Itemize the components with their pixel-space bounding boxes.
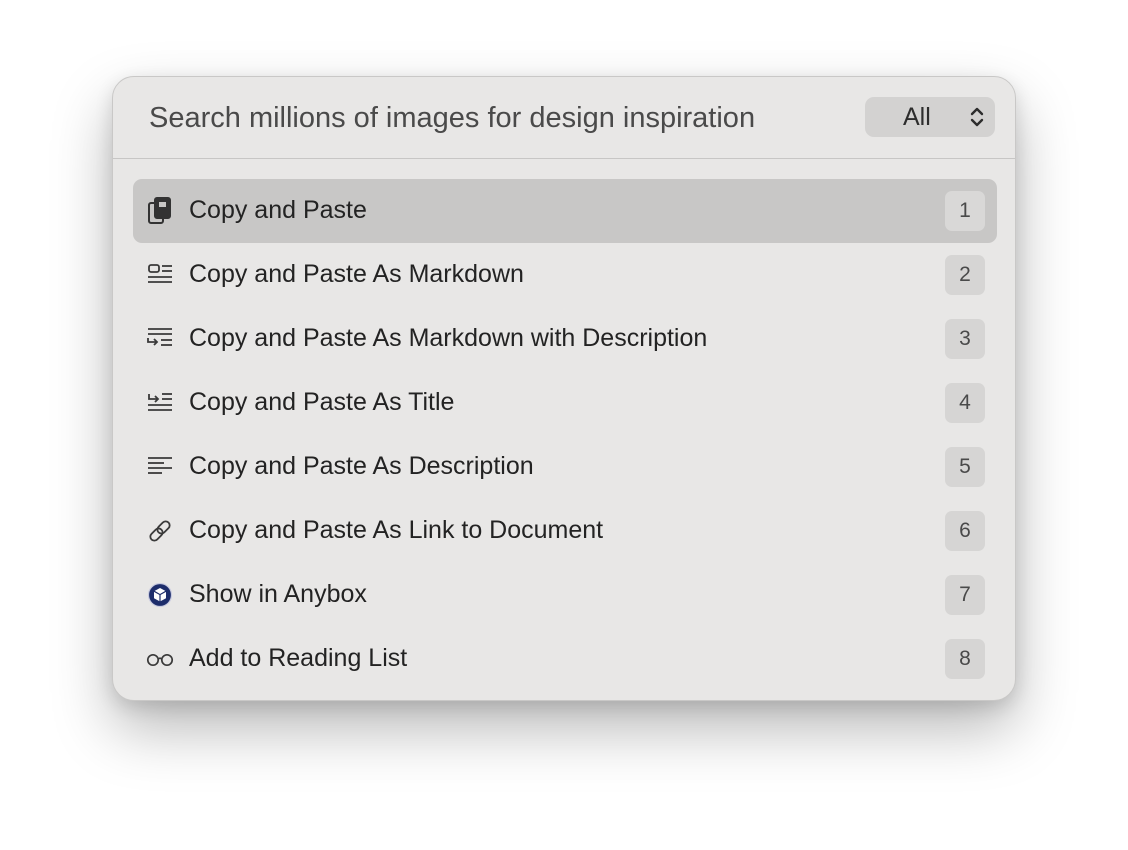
action-label: Copy and Paste As Description bbox=[189, 452, 534, 480]
action-item-copy-and-paste[interactable]: Copy and Paste 1 bbox=[133, 179, 997, 243]
action-label: Show in Anybox bbox=[189, 580, 367, 608]
action-item-copy-and-paste-as-description[interactable]: Copy and Paste As Description 5 bbox=[133, 435, 997, 499]
action-label: Copy and Paste As Title bbox=[189, 388, 455, 416]
action-list: Copy and Paste 1 Copy and Paste As Markd… bbox=[133, 179, 997, 691]
anybox-app-icon bbox=[145, 581, 175, 609]
markdown-description-icon bbox=[145, 325, 175, 353]
shortcut-badge: 1 bbox=[945, 191, 985, 231]
markdown-icon bbox=[145, 261, 175, 289]
filter-selected-value: All bbox=[903, 103, 931, 131]
link-icon bbox=[145, 517, 175, 545]
action-panel: All Copy and Paste 1 bbox=[112, 76, 1016, 701]
description-icon bbox=[145, 453, 175, 481]
chevron-up-down-icon bbox=[969, 105, 985, 129]
action-item-copy-and-paste-as-title[interactable]: Copy and Paste As Title 4 bbox=[133, 371, 997, 435]
action-item-show-in-anybox[interactable]: Show in Anybox 7 bbox=[133, 563, 997, 627]
action-label: Copy and Paste bbox=[189, 196, 367, 224]
shortcut-badge: 7 bbox=[945, 575, 985, 615]
shortcut-badge: 2 bbox=[945, 255, 985, 295]
title-icon bbox=[145, 389, 175, 417]
action-label: Add to Reading List bbox=[189, 644, 408, 672]
search-bar: All bbox=[113, 77, 1015, 158]
action-item-copy-and-paste-as-markdown-with-description[interactable]: Copy and Paste As Markdown with Descript… bbox=[133, 307, 997, 371]
shortcut-badge: 8 bbox=[945, 639, 985, 679]
shortcut-badge: 4 bbox=[945, 383, 985, 423]
action-label: Copy and Paste As Markdown with Descript… bbox=[189, 324, 708, 352]
copy-paste-icon bbox=[145, 197, 175, 225]
glasses-icon bbox=[145, 645, 175, 673]
action-item-copy-and-paste-as-link-to-document[interactable]: Copy and Paste As Link to Document 6 bbox=[133, 499, 997, 563]
shortcut-badge: 5 bbox=[945, 447, 985, 487]
divider bbox=[113, 158, 1015, 159]
action-item-copy-and-paste-as-markdown[interactable]: Copy and Paste As Markdown 2 bbox=[133, 243, 997, 307]
shortcut-badge: 6 bbox=[945, 511, 985, 551]
search-input[interactable] bbox=[149, 97, 849, 139]
shortcut-badge: 3 bbox=[945, 319, 985, 359]
action-label: Copy and Paste As Markdown bbox=[189, 260, 524, 288]
filter-dropdown[interactable]: All bbox=[865, 97, 995, 137]
action-label: Copy and Paste As Link to Document bbox=[189, 516, 604, 544]
action-item-add-to-reading-list[interactable]: Add to Reading List 8 bbox=[133, 627, 997, 691]
